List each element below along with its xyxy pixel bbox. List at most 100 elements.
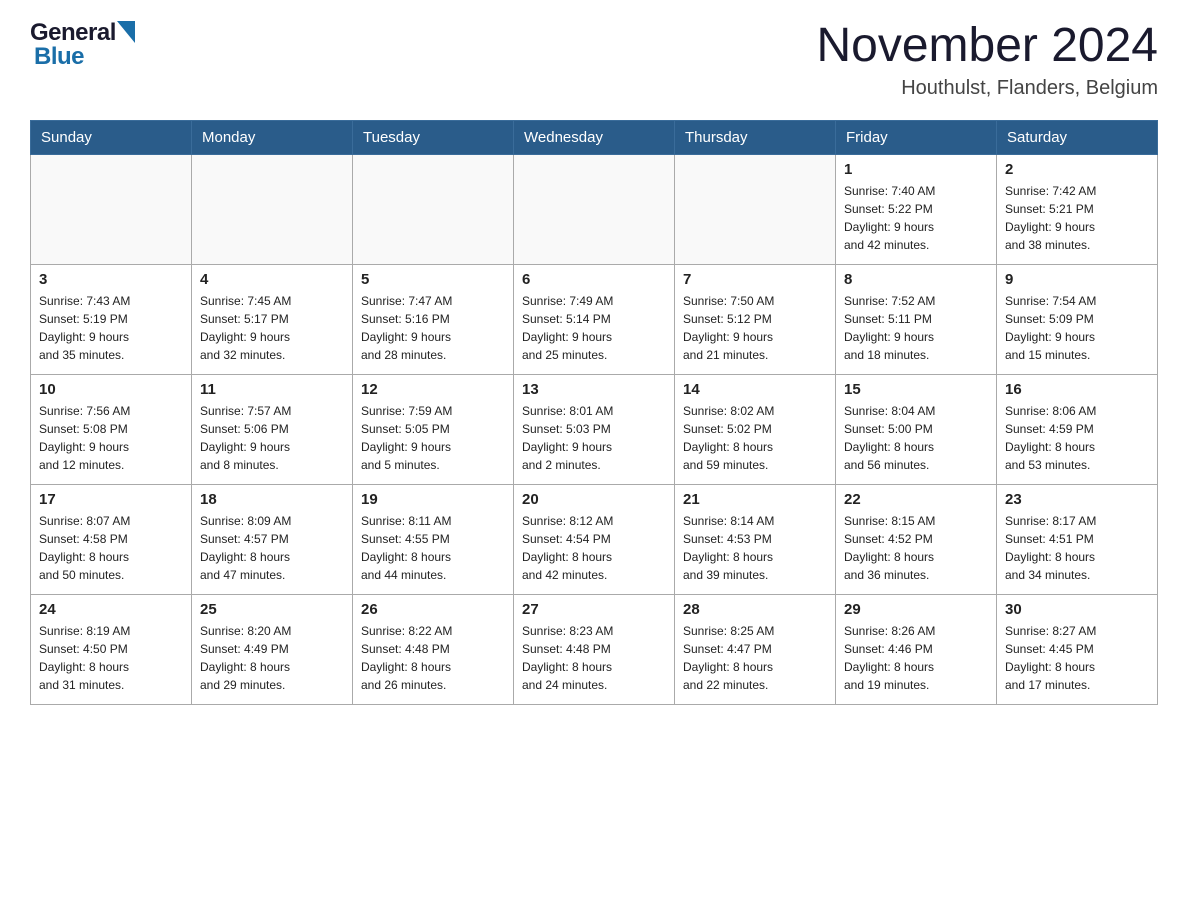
calendar-cell: 14 Sunrise: 8:02 AM Sunset: 5:02 PM Dayli…	[675, 374, 836, 484]
location-title: Houthulst, Flanders, Belgium	[816, 77, 1158, 100]
calendar-week-row: 3 Sunrise: 7:43 AM Sunset: 5:19 PM Daylig…	[31, 264, 1158, 374]
day-info: Sunrise: 8:15 AM Sunset: 4:52 PM Dayligh…	[844, 512, 988, 584]
day-number: 3	[39, 271, 183, 288]
calendar-cell: 17 Sunrise: 8:07 AM Sunset: 4:58 PM Dayli…	[31, 484, 192, 594]
day-number: 28	[683, 601, 827, 618]
calendar-cell: 8 Sunrise: 7:52 AM Sunset: 5:11 PM Daylig…	[836, 264, 997, 374]
calendar-cell: 18 Sunrise: 8:09 AM Sunset: 4:57 PM Dayli…	[192, 484, 353, 594]
calendar-cell: 15Sunrise: 8:04 AM Sunset: 5:00 PM Dayli…	[836, 374, 997, 484]
day-info: Sunrise: 8:01 AM Sunset: 5:03 PM Dayligh…	[522, 402, 666, 474]
calendar-cell: 9Sunrise: 7:54 AM Sunset: 5:09 PM Daylig…	[997, 264, 1158, 374]
calendar-week-row: 10 Sunrise: 7:56 AM Sunset: 5:08 PM Dayli…	[31, 374, 1158, 484]
day-number: 7	[683, 271, 827, 288]
day-info: Sunrise: 8:14 AM Sunset: 4:53 PM Dayligh…	[683, 512, 827, 584]
calendar-cell	[514, 154, 675, 264]
day-info: Sunrise: 8:09 AM Sunset: 4:57 PM Dayligh…	[200, 512, 344, 584]
logo: General Blue	[30, 20, 135, 71]
day-number: 14	[683, 381, 827, 398]
calendar-week-row: 17 Sunrise: 8:07 AM Sunset: 4:58 PM Dayli…	[31, 484, 1158, 594]
calendar-cell: 26Sunrise: 8:22 AM Sunset: 4:48 PM Dayli…	[353, 594, 514, 704]
day-info: Sunrise: 8:26 AM Sunset: 4:46 PM Dayligh…	[844, 622, 988, 694]
calendar-cell: 27 Sunrise: 8:23 AM Sunset: 4:48 PM Dayli…	[514, 594, 675, 704]
weekday-header-monday: Monday	[192, 120, 353, 154]
calendar-cell: 13 Sunrise: 8:01 AM Sunset: 5:03 PM Dayli…	[514, 374, 675, 484]
day-number: 17	[39, 491, 183, 508]
day-number: 4	[200, 271, 344, 288]
calendar-cell: 19Sunrise: 8:11 AM Sunset: 4:55 PM Dayli…	[353, 484, 514, 594]
weekday-header-wednesday: Wednesday	[514, 120, 675, 154]
day-info: Sunrise: 7:59 AM Sunset: 5:05 PM Dayligh…	[361, 402, 505, 474]
calendar-cell: 11Sunrise: 7:57 AM Sunset: 5:06 PM Dayli…	[192, 374, 353, 484]
day-number: 9	[1005, 271, 1149, 288]
calendar-cell: 30 Sunrise: 8:27 AM Sunset: 4:45 PM Dayli…	[997, 594, 1158, 704]
calendar-cell: 4 Sunrise: 7:45 AM Sunset: 5:17 PM Daylig…	[192, 264, 353, 374]
calendar-cell: 22 Sunrise: 8:15 AM Sunset: 4:52 PM Dayli…	[836, 484, 997, 594]
calendar-body: 1 Sunrise: 7:40 AM Sunset: 5:22 PM Daylig…	[31, 154, 1158, 704]
day-info: Sunrise: 7:40 AM Sunset: 5:22 PM Dayligh…	[844, 182, 988, 254]
calendar-header: SundayMondayTuesdayWednesdayThursdayFrid…	[31, 120, 1158, 154]
calendar-cell: 6 Sunrise: 7:49 AM Sunset: 5:14 PM Daylig…	[514, 264, 675, 374]
logo-triangle-icon	[117, 21, 135, 43]
day-info: Sunrise: 8:02 AM Sunset: 5:02 PM Dayligh…	[683, 402, 827, 474]
day-info: Sunrise: 8:07 AM Sunset: 4:58 PM Dayligh…	[39, 512, 183, 584]
day-info: Sunrise: 8:19 AM Sunset: 4:50 PM Dayligh…	[39, 622, 183, 694]
day-number: 15	[844, 381, 988, 398]
day-number: 1	[844, 161, 988, 178]
weekday-header-tuesday: Tuesday	[353, 120, 514, 154]
day-number: 20	[522, 491, 666, 508]
weekday-header-sunday: Sunday	[31, 120, 192, 154]
day-number: 6	[522, 271, 666, 288]
calendar-cell: 21Sunrise: 8:14 AM Sunset: 4:53 PM Dayli…	[675, 484, 836, 594]
weekday-header-row: SundayMondayTuesdayWednesdayThursdayFrid…	[31, 120, 1158, 154]
day-info: Sunrise: 7:47 AM Sunset: 5:16 PM Dayligh…	[361, 292, 505, 364]
month-title: November 2024	[816, 20, 1158, 73]
calendar-cell: 2 Sunrise: 7:42 AM Sunset: 5:21 PM Daylig…	[997, 154, 1158, 264]
day-number: 12	[361, 381, 505, 398]
day-number: 30	[1005, 601, 1149, 618]
day-number: 8	[844, 271, 988, 288]
day-info: Sunrise: 8:22 AM Sunset: 4:48 PM Dayligh…	[361, 622, 505, 694]
weekday-header-friday: Friday	[836, 120, 997, 154]
calendar-cell: 29 Sunrise: 8:26 AM Sunset: 4:46 PM Dayli…	[836, 594, 997, 704]
calendar-cell: 20 Sunrise: 8:12 AM Sunset: 4:54 PM Dayli…	[514, 484, 675, 594]
day-number: 22	[844, 491, 988, 508]
day-info: Sunrise: 8:11 AM Sunset: 4:55 PM Dayligh…	[361, 512, 505, 584]
day-info: Sunrise: 8:17 AM Sunset: 4:51 PM Dayligh…	[1005, 512, 1149, 584]
page-header: General Blue November 2024 Houthulst, Fl…	[30, 20, 1158, 100]
day-number: 27	[522, 601, 666, 618]
day-number: 11	[200, 381, 344, 398]
calendar-cell: 3 Sunrise: 7:43 AM Sunset: 5:19 PM Daylig…	[31, 264, 192, 374]
calendar-cell	[31, 154, 192, 264]
day-number: 29	[844, 601, 988, 618]
day-info: Sunrise: 7:45 AM Sunset: 5:17 PM Dayligh…	[200, 292, 344, 364]
calendar-cell: 5 Sunrise: 7:47 AM Sunset: 5:16 PM Daylig…	[353, 264, 514, 374]
day-number: 18	[200, 491, 344, 508]
day-number: 2	[1005, 161, 1149, 178]
day-info: Sunrise: 8:12 AM Sunset: 4:54 PM Dayligh…	[522, 512, 666, 584]
day-info: Sunrise: 7:56 AM Sunset: 5:08 PM Dayligh…	[39, 402, 183, 474]
day-info: Sunrise: 8:23 AM Sunset: 4:48 PM Dayligh…	[522, 622, 666, 694]
day-info: Sunrise: 7:52 AM Sunset: 5:11 PM Dayligh…	[844, 292, 988, 364]
day-info: Sunrise: 8:27 AM Sunset: 4:45 PM Dayligh…	[1005, 622, 1149, 694]
calendar-week-row: 24 Sunrise: 8:19 AM Sunset: 4:50 PM Dayli…	[31, 594, 1158, 704]
calendar-cell: 10 Sunrise: 7:56 AM Sunset: 5:08 PM Dayli…	[31, 374, 192, 484]
weekday-header-thursday: Thursday	[675, 120, 836, 154]
day-number: 13	[522, 381, 666, 398]
day-info: Sunrise: 7:42 AM Sunset: 5:21 PM Dayligh…	[1005, 182, 1149, 254]
day-number: 24	[39, 601, 183, 618]
day-number: 5	[361, 271, 505, 288]
day-number: 10	[39, 381, 183, 398]
calendar-cell: 28 Sunrise: 8:25 AM Sunset: 4:47 PM Dayli…	[675, 594, 836, 704]
calendar-cell: 25Sunrise: 8:20 AM Sunset: 4:49 PM Dayli…	[192, 594, 353, 704]
day-info: Sunrise: 8:25 AM Sunset: 4:47 PM Dayligh…	[683, 622, 827, 694]
calendar-cell: 23Sunrise: 8:17 AM Sunset: 4:51 PM Dayli…	[997, 484, 1158, 594]
calendar-cell	[675, 154, 836, 264]
day-info: Sunrise: 7:49 AM Sunset: 5:14 PM Dayligh…	[522, 292, 666, 364]
calendar-table: SundayMondayTuesdayWednesdayThursdayFrid…	[30, 120, 1158, 705]
calendar-cell: 7Sunrise: 7:50 AM Sunset: 5:12 PM Daylig…	[675, 264, 836, 374]
calendar-week-row: 1 Sunrise: 7:40 AM Sunset: 5:22 PM Daylig…	[31, 154, 1158, 264]
day-info: Sunrise: 7:43 AM Sunset: 5:19 PM Dayligh…	[39, 292, 183, 364]
calendar-cell: 12 Sunrise: 7:59 AM Sunset: 5:05 PM Dayli…	[353, 374, 514, 484]
logo-blue-text: Blue	[34, 44, 84, 70]
calendar-cell: 24 Sunrise: 8:19 AM Sunset: 4:50 PM Dayli…	[31, 594, 192, 704]
